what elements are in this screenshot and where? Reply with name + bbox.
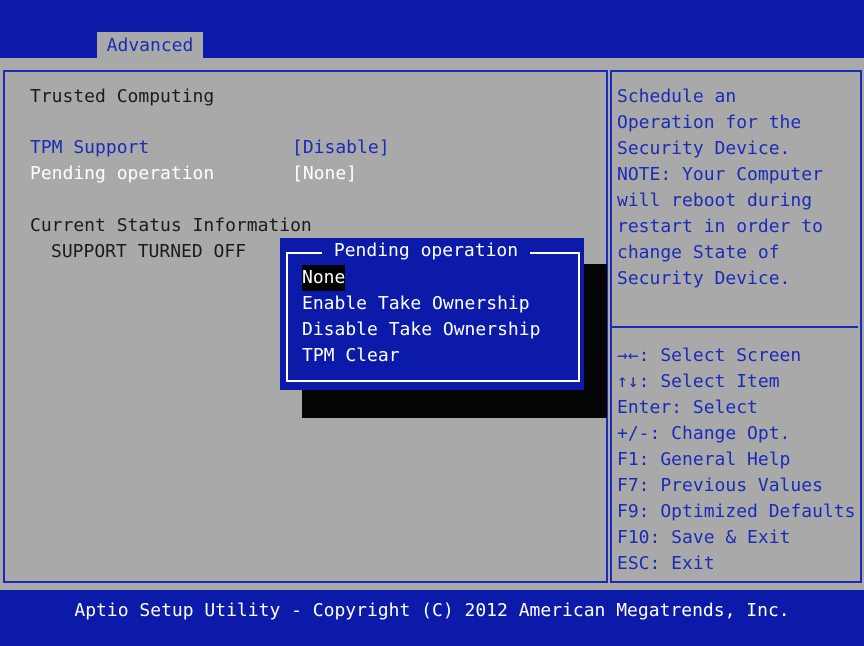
tpm-support-label[interactable]: TPM Support xyxy=(30,135,149,161)
popup-option-none[interactable]: None xyxy=(302,265,346,291)
key-hint-select-item: ↑↓: Select Item xyxy=(617,371,780,392)
help-line: Schedule an xyxy=(617,86,737,107)
tab-advanced[interactable]: Advanced xyxy=(97,32,203,59)
help-line: restart in order to xyxy=(617,216,823,237)
help-line: Operation for the xyxy=(617,112,802,133)
help-line: change State of xyxy=(617,242,780,263)
popup-option-tpm-clear[interactable]: TPM Clear xyxy=(302,343,400,369)
help-divider xyxy=(612,326,858,328)
help-line: NOTE: Your Computer xyxy=(617,164,823,185)
popup-option-disable-take-ownership[interactable]: Disable Take Ownership xyxy=(302,317,540,343)
status-title: Current Status Information xyxy=(30,215,312,236)
popup-title: Pending operation xyxy=(322,238,530,264)
footer-copyright: Aptio Setup Utility - Copyright (C) 2012… xyxy=(74,600,790,621)
tpm-support-value[interactable]: [Disable] xyxy=(292,135,390,161)
status-value: SUPPORT TURNED OFF xyxy=(51,241,247,262)
popup-option-enable-take-ownership[interactable]: Enable Take Ownership xyxy=(302,291,530,317)
help-line: Security Device. xyxy=(617,268,791,289)
pending-operation-label[interactable]: Pending operation xyxy=(30,161,214,187)
key-hint-select-screen: →←: Select Screen xyxy=(617,345,802,366)
key-hint-f10: F10: Save & Exit xyxy=(617,527,791,548)
key-hint-enter: Enter: Select xyxy=(617,397,758,418)
key-hint-f7: F7: Previous Values xyxy=(617,475,823,496)
key-hint-change-opt: +/-: Change Opt. xyxy=(617,423,791,444)
help-line: will reboot during xyxy=(617,190,813,211)
top-menu-bar: Advanced xyxy=(0,0,864,59)
key-hint-f9: F9: Optimized Defaults xyxy=(617,501,856,522)
help-line: Security Device. xyxy=(617,138,791,159)
key-hint-esc: ESC: Exit xyxy=(617,553,715,574)
pending-operation-value[interactable]: [None] xyxy=(292,161,357,187)
section-title: Trusted Computing xyxy=(30,86,215,107)
key-hint-f1: F1: General Help xyxy=(617,449,791,470)
